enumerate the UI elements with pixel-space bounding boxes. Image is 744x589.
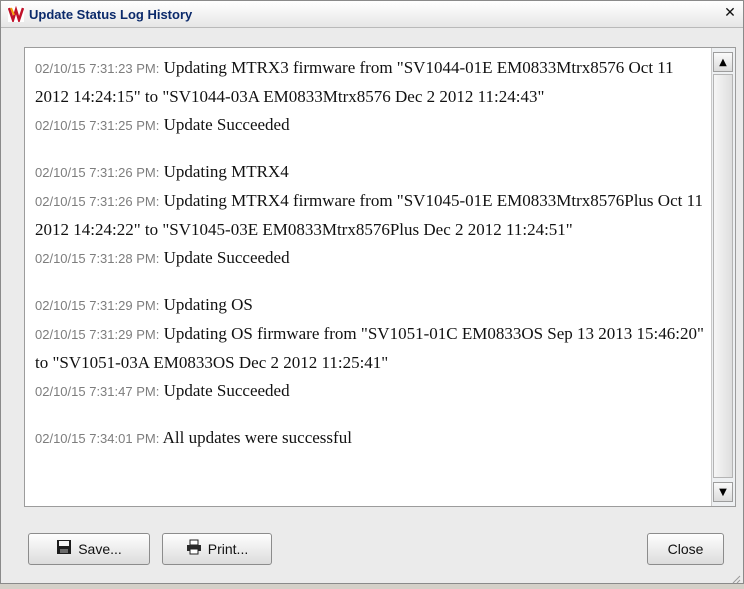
log-timestamp: 02/10/15 7:31:23 PM:	[35, 61, 160, 76]
log-timestamp: 02/10/15 7:31:47 PM:	[35, 384, 160, 399]
update-status-log-window: Update Status Log History ✕ 02/10/15 7:3…	[0, 0, 744, 584]
resize-grip-icon[interactable]	[731, 571, 741, 584]
log-timestamp: 02/10/15 7:31:29 PM:	[35, 298, 160, 313]
log-entry: 02/10/15 7:31:23 PM: Updating MTRX3 firm…	[35, 54, 711, 140]
log-timestamp: 02/10/15 7:34:01 PM:	[35, 431, 160, 446]
close-window-icon[interactable]: ✕	[721, 4, 739, 22]
scrollbar-thumb[interactable]	[713, 74, 733, 478]
scroll-down-icon[interactable]: ▼	[713, 482, 733, 502]
print-button-label: Print...	[207, 541, 249, 557]
log-timestamp: 02/10/15 7:31:28 PM:	[35, 251, 160, 266]
scroll-up-icon[interactable]: ▲	[713, 52, 733, 72]
vertical-scrollbar[interactable]: ▲ ▼	[711, 48, 735, 506]
log-message: All updates were successful	[162, 428, 352, 447]
save-button[interactable]: Save...	[28, 533, 150, 565]
log-entry: 02/10/15 7:34:01 PM: All updates were su…	[35, 424, 711, 453]
log-message: Updating MTRX4	[163, 162, 289, 181]
floppy-disk-icon	[56, 539, 72, 559]
log-timestamp: 02/10/15 7:31:26 PM:	[35, 165, 160, 180]
log-timestamp: 02/10/15 7:31:25 PM:	[35, 118, 160, 133]
log-panel[interactable]: 02/10/15 7:31:23 PM: Updating MTRX3 firm…	[24, 47, 736, 507]
save-button-label: Save...	[78, 541, 122, 557]
log-entry: 02/10/15 7:31:26 PM: Updating MTRX4 02/1…	[35, 158, 711, 273]
window-title: Update Status Log History	[29, 6, 193, 22]
print-button[interactable]: Print...	[162, 533, 272, 565]
printer-icon	[186, 539, 202, 559]
log-message: Update Succeeded	[163, 248, 290, 267]
log-message: Update Succeeded	[163, 115, 290, 134]
log-message: Updating OS	[163, 295, 253, 314]
log-timestamp: 02/10/15 7:31:29 PM:	[35, 327, 160, 342]
close-button-label: Close	[667, 541, 704, 557]
log-message: Update Succeeded	[163, 381, 290, 400]
log-timestamp: 02/10/15 7:31:26 PM:	[35, 194, 160, 209]
log-content: 02/10/15 7:31:23 PM: Updating MTRX3 firm…	[25, 48, 711, 506]
title-bar[interactable]: Update Status Log History ✕	[1, 1, 743, 28]
log-entry: 02/10/15 7:31:29 PM: Updating OS 02/10/1…	[35, 291, 711, 406]
close-button[interactable]: Close	[647, 533, 724, 565]
app-logo-icon	[7, 5, 25, 23]
